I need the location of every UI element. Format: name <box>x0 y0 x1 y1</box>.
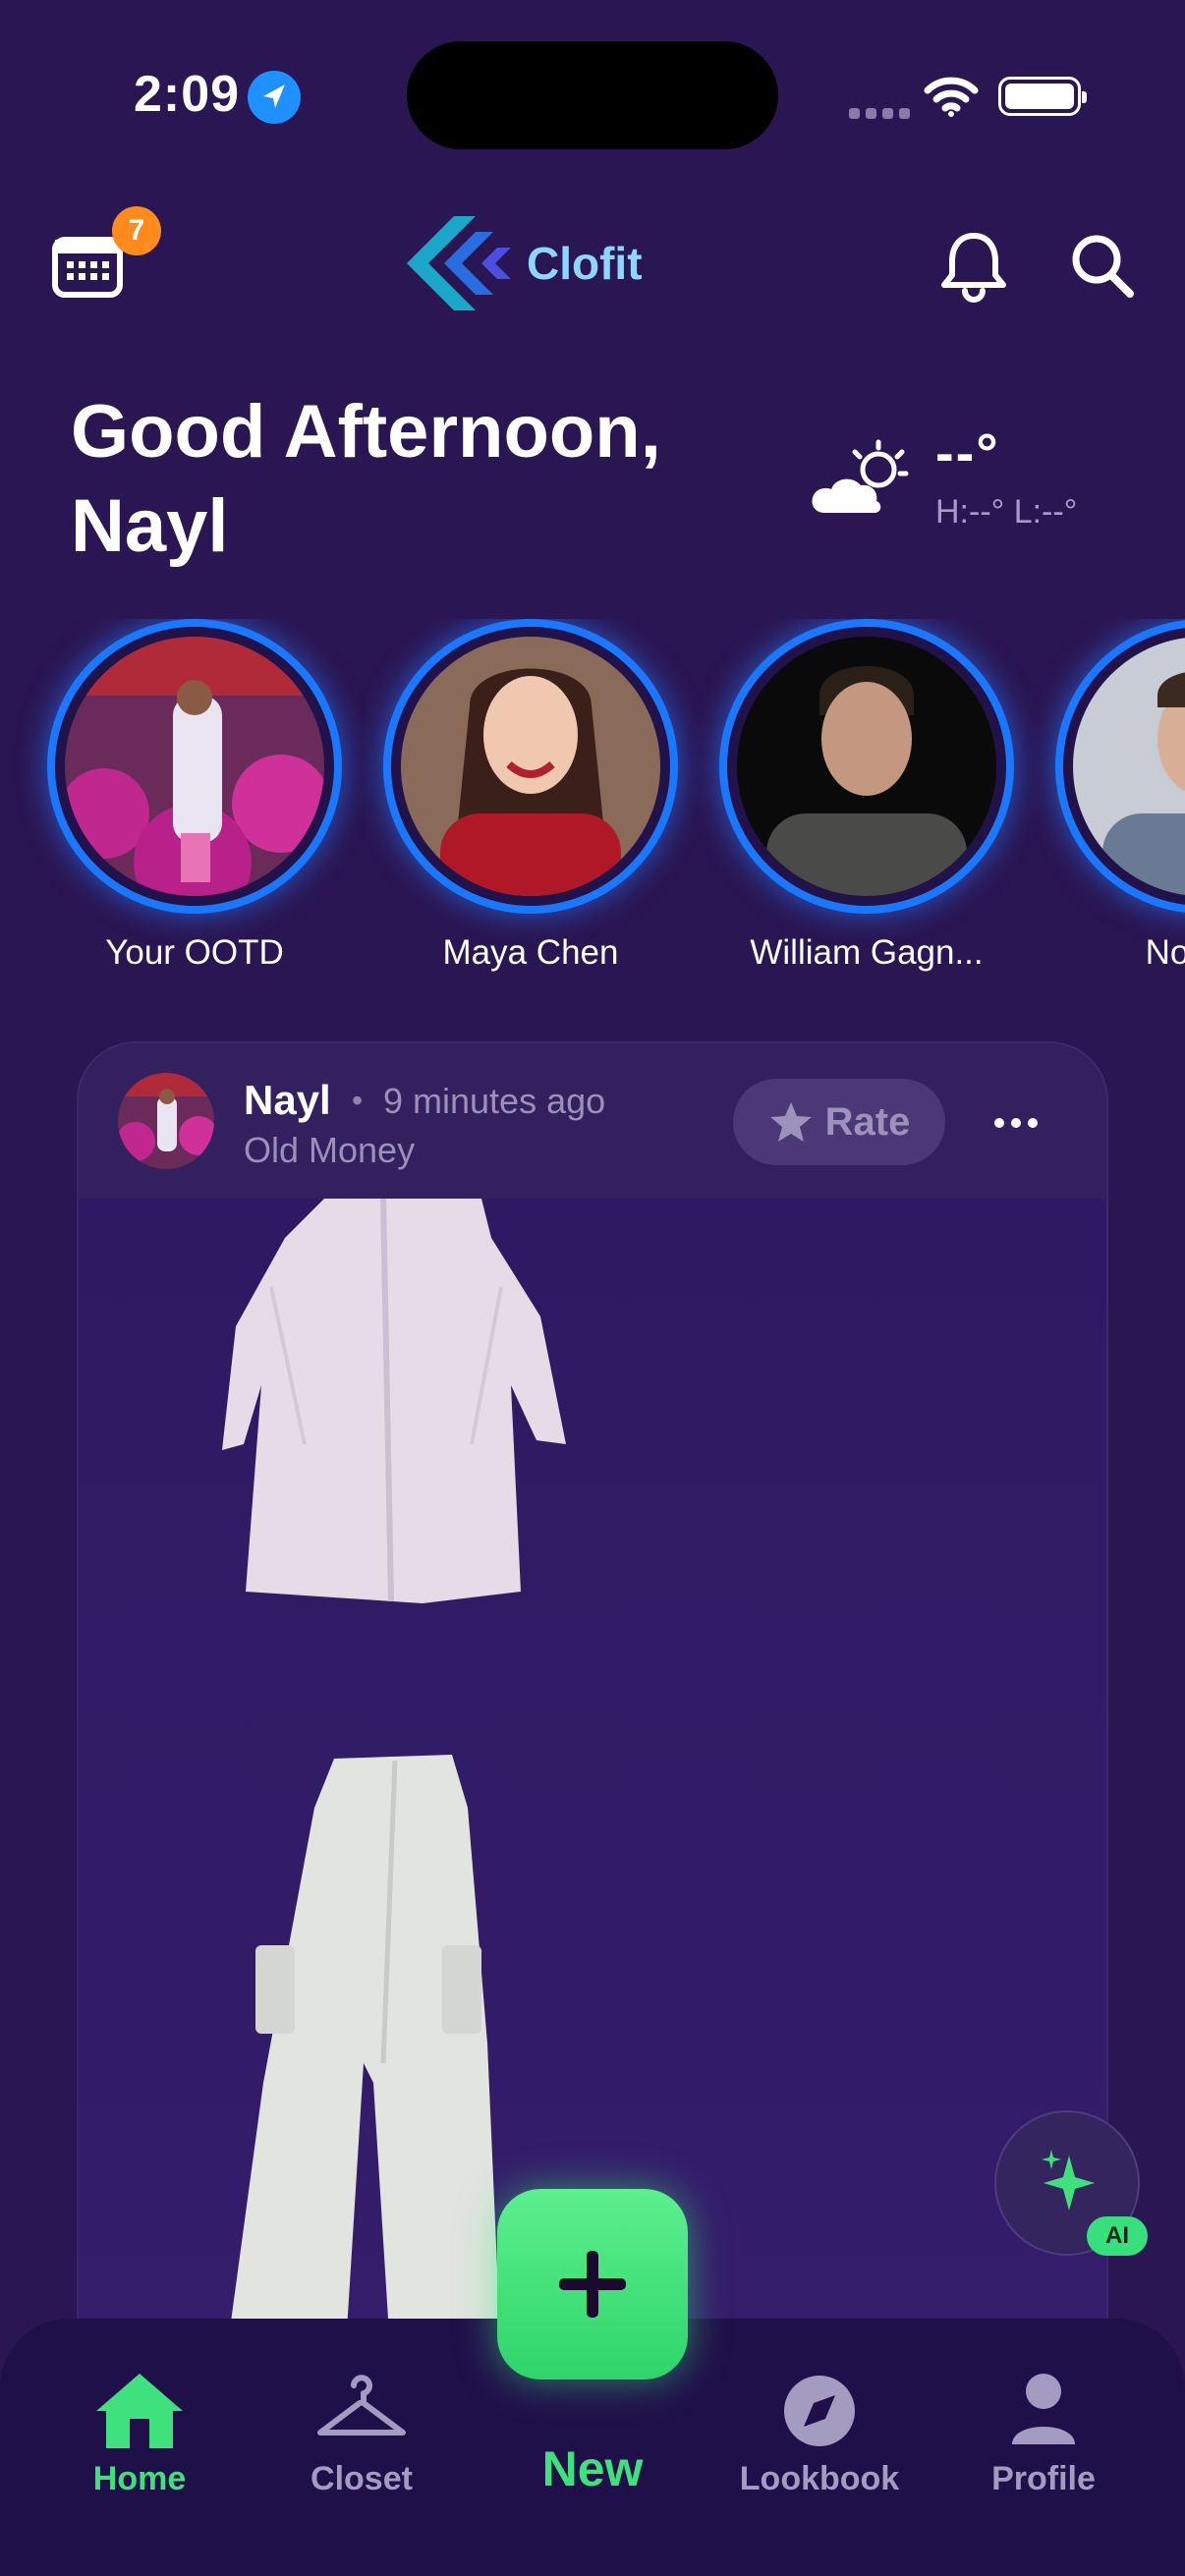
app-header: 7 Clofit <box>0 196 1185 334</box>
bell-icon <box>941 233 1006 303</box>
plus-icon <box>559 2251 626 2318</box>
new-label: New <box>541 2441 644 2496</box>
logo-text: Clofit <box>527 238 643 289</box>
rate-label: Rate <box>824 1099 911 1144</box>
story-noah[interactable]: Noah V <box>1055 619 1185 973</box>
nav-label: Profile <box>991 2460 1096 2497</box>
app-logo: Clofit <box>407 212 643 314</box>
story-avatar <box>65 637 324 896</box>
more-dot-icon <box>994 1118 1004 1128</box>
nav-profile[interactable]: Profile <box>945 2358 1142 2498</box>
new-outfit-button[interactable] <box>497 2189 688 2380</box>
post-avatar[interactable] <box>118 1073 214 1169</box>
weather-high-low: H:--° L:--° <box>935 493 1078 531</box>
nav-label: Closet <box>310 2460 413 2497</box>
story-william-gagnon[interactable]: William Gagn... <box>719 619 1014 973</box>
story-maya-chen[interactable]: Maya Chen <box>383 619 678 973</box>
story-label: Your OOTD <box>105 933 284 972</box>
more-dot-icon <box>1028 1118 1038 1128</box>
ai-badge: AI <box>1087 2216 1148 2256</box>
story-ring <box>47 619 342 914</box>
story-ring <box>1055 619 1185 914</box>
post-separator: • <box>352 1083 364 1118</box>
story-ring <box>719 619 1014 914</box>
more-options-button[interactable] <box>981 1098 1051 1148</box>
location-arrow-icon <box>248 71 301 124</box>
story-label: Maya Chen <box>442 933 619 972</box>
stories-row: Your OOTD Maya Chen William Gagn... No <box>0 619 1185 992</box>
search-icon <box>1072 235 1134 298</box>
compass-icon <box>784 2376 855 2446</box>
more-dot-icon <box>1011 1118 1021 1128</box>
hanger-icon <box>317 2375 406 2436</box>
dynamic-island <box>407 41 778 149</box>
greeting-title: Good Afternoon, Nayl <box>71 390 661 568</box>
story-label: Noah V <box>1145 933 1185 972</box>
post-header: Nayl • 9 minutes ago Old Money Rate <box>79 1043 1106 1199</box>
rate-button[interactable]: Rate <box>733 1079 945 1165</box>
cellular-signal-icon <box>849 106 916 124</box>
nav-lookbook[interactable]: Lookbook <box>721 2358 918 2498</box>
story-ring <box>383 619 678 914</box>
pants-image <box>226 1755 501 2397</box>
nav-label: Lookbook <box>739 2460 900 2497</box>
story-your-ootd[interactable]: Your OOTD <box>47 619 342 973</box>
weather-temperature: --° <box>935 421 1000 483</box>
story-avatar <box>1073 637 1185 896</box>
shirt-image <box>222 1198 566 1603</box>
clofit-logo-icon <box>407 216 511 310</box>
person-icon <box>1012 2374 1075 2444</box>
nav-label: Home <box>92 2460 187 2497</box>
story-avatar <box>737 637 996 896</box>
post-username[interactable]: Nayl <box>244 1077 331 1124</box>
status-bar: 2:09 <box>0 0 1185 196</box>
story-label: William Gagn... <box>750 933 984 972</box>
post-style-tag: Old Money <box>244 1130 416 1170</box>
notifications-button[interactable] <box>939 230 1008 305</box>
battery-icon <box>998 77 1087 116</box>
partly-cloudy-icon <box>808 438 914 517</box>
post-timestamp: 9 minutes ago <box>383 1081 606 1121</box>
status-time: 2:09 <box>134 66 241 123</box>
story-avatar <box>401 637 660 896</box>
nav-home[interactable]: Home <box>41 2358 238 2498</box>
search-button[interactable] <box>1069 232 1136 301</box>
nav-closet[interactable]: Closet <box>263 2358 460 2498</box>
star-icon <box>769 1102 812 1142</box>
calendar-badge: 7 <box>112 206 161 255</box>
home-icon <box>96 2374 183 2448</box>
wifi-icon <box>924 75 979 123</box>
